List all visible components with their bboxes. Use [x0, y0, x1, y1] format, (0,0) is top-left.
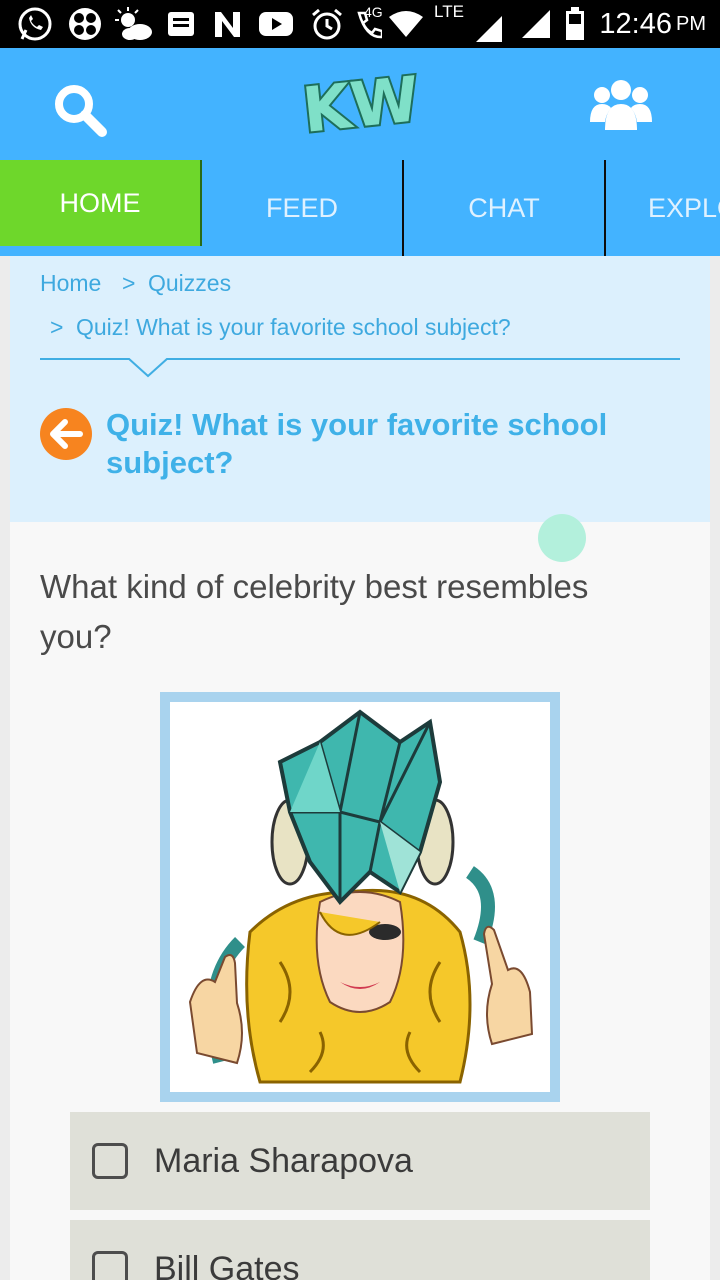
breadcrumb-home[interactable]: Home: [40, 270, 101, 297]
option-label: Maria Sharapova: [154, 1141, 413, 1180]
app-header: KW: [0, 48, 720, 160]
quiz-question: What kind of celebrity best resembles yo…: [40, 568, 589, 655]
battery-icon: [562, 6, 588, 42]
status-bar: 4G LTE 12:46 PM: [0, 0, 720, 48]
back-button[interactable]: [40, 408, 92, 460]
tab-feed-label: FEED: [265, 192, 338, 223]
quiz-image: [160, 692, 560, 1102]
weather-icon: [114, 6, 154, 42]
option-checkbox[interactable]: [92, 1251, 128, 1280]
breadcrumb-quizzes[interactable]: Quizzes: [148, 270, 231, 297]
breadcrumb-separator: >: [50, 314, 64, 340]
page: 4G LTE 12:46 PM KW HOME FEED CHAT EXPL H…: [0, 0, 720, 1280]
tab-feed[interactable]: FEED: [202, 160, 404, 256]
quiz-title: Quiz! What is your favorite school subje…: [106, 407, 608, 480]
quiz-content: What kind of celebrity best resembles yo…: [10, 514, 710, 1280]
call-4g-icon: 4G: [350, 4, 386, 42]
tab-home-label: HOME: [59, 187, 141, 218]
main-nav: HOME FEED CHAT EXPLO: [0, 160, 720, 256]
decorative-dot: [538, 514, 586, 562]
option-label: Bill Gates: [154, 1249, 300, 1280]
clock: 12:46 PM: [599, 0, 706, 48]
breadcrumb-separator: >: [122, 270, 136, 296]
tab-chat[interactable]: CHAT: [404, 160, 606, 256]
tab-explore-label: EXPLO: [648, 192, 720, 223]
breadcrumb-panel: Home > Quizzes > Quiz! What is your favo…: [10, 256, 710, 522]
search-button[interactable]: [50, 80, 110, 140]
clock-ampm: PM: [676, 12, 706, 35]
tab-chat-label: CHAT: [468, 192, 540, 223]
signal-icon: [520, 6, 554, 42]
people-icon: [590, 80, 652, 130]
breadcrumb-current: Quiz! What is your favorite school subje…: [76, 314, 511, 340]
n-app-icon: [212, 6, 244, 42]
whatsapp-icon: [16, 6, 54, 42]
lte-signal-icon: LTE: [432, 2, 502, 42]
tab-underline: [0, 246, 200, 256]
youtube-icon: [258, 6, 294, 42]
network-4g-text: 4G: [364, 4, 383, 20]
option-bill-gates[interactable]: Bill Gates: [70, 1220, 650, 1280]
logo-text: KW: [299, 66, 422, 146]
option-maria-sharapova[interactable]: Maria Sharapova: [70, 1112, 650, 1210]
option-checkbox[interactable]: [92, 1143, 128, 1179]
tab-home[interactable]: HOME: [0, 160, 202, 246]
back-arrow-icon: [50, 419, 83, 449]
community-button[interactable]: [590, 76, 652, 132]
breadcrumb-caret-icon: [128, 358, 168, 378]
tab-explore[interactable]: EXPLO: [606, 160, 720, 256]
search-icon: [55, 85, 107, 137]
logo[interactable]: KW: [296, 60, 426, 149]
clover-icon: [66, 6, 104, 42]
wifi-icon: [388, 6, 424, 42]
news-icon: [166, 6, 196, 42]
alarm-icon: [310, 6, 344, 42]
network-lte-text: LTE: [434, 2, 464, 21]
clock-time: 12:46: [599, 7, 672, 40]
